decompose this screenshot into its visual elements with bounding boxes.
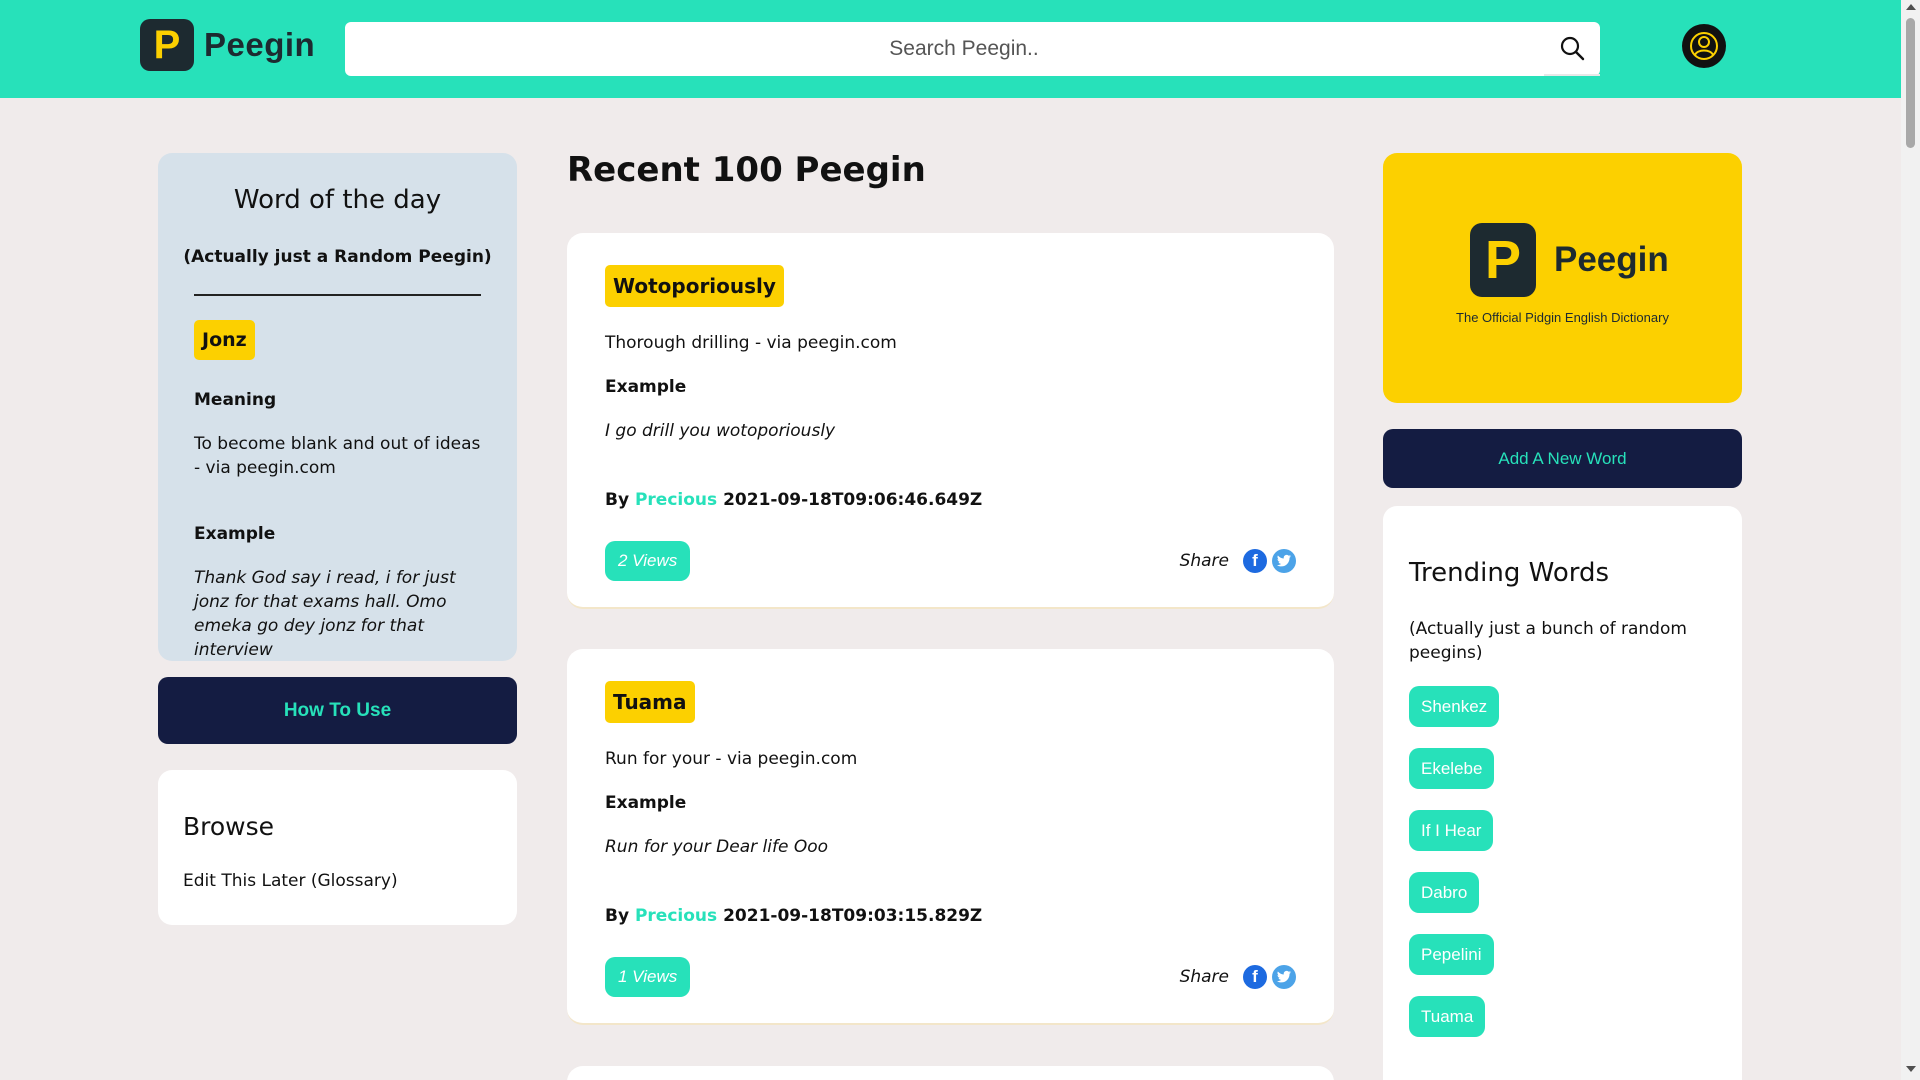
add-new-word-button[interactable]: Add A New Word: [1383, 429, 1742, 488]
search-icon: [1560, 36, 1585, 61]
word-example: I go drill you wotoporiously: [605, 421, 836, 441]
trending-word-chip[interactable]: Pepelini: [1409, 934, 1494, 975]
author-link[interactable]: Precious: [635, 906, 717, 926]
brand-banner: P Peegin The Official Pidgin English Dic…: [1383, 153, 1742, 403]
word-of-the-day-card: Word of the day (Actually just a Random …: [158, 153, 517, 661]
banner-logo-mark: P: [1470, 223, 1536, 297]
scroll-thumb[interactable]: [1906, 18, 1915, 148]
page-title: Recent 100 Peegin: [567, 150, 926, 190]
banner-tagline: The Official Pidgin English Dictionary: [1456, 310, 1669, 325]
example-label: Example: [605, 793, 687, 813]
divider: [194, 294, 481, 296]
trending-words-card: Trending Words (Actually just a bunch of…: [1383, 506, 1742, 1080]
timestamp: 2021-09-18T09:03:15.829Z: [723, 906, 983, 926]
user-icon: [1690, 32, 1718, 60]
trending-word-chip[interactable]: Ekelebe: [1409, 748, 1495, 789]
search-input[interactable]: [345, 22, 1583, 76]
wotd-subtitle: (Actually just a Random Peegin): [183, 247, 492, 267]
word-example: Run for your Dear life Ooo: [605, 837, 829, 857]
share-group: Share f: [1180, 541, 1296, 581]
timestamp: 2021-09-18T09:06:46.649Z: [723, 490, 983, 510]
wotd-meaning: To become blank and out of ideas - via p…: [194, 434, 481, 478]
trending-subtitle: (Actually just a bunch of random peegins…: [1409, 619, 1687, 663]
twitter-share-icon[interactable]: [1272, 965, 1296, 989]
share-label: Share: [1179, 551, 1229, 571]
author-link[interactable]: Precious: [635, 490, 717, 510]
brand-name: Peegin: [204, 26, 316, 63]
share-label: Share: [1179, 967, 1229, 987]
word-card-partial: [567, 1066, 1334, 1080]
wotd-meaning-label: Meaning: [194, 390, 277, 410]
views-badge[interactable]: 1 Views: [605, 957, 691, 997]
word-meaning: Thorough drilling - via peegin.com: [605, 333, 897, 353]
trending-word-chip[interactable]: Shenkez: [1409, 686, 1500, 727]
trending-list: Shenkez Ekelebe If I Hear Dabro Pepelini…: [1409, 686, 1500, 1058]
byline: By Precious 2021-09-18T09:06:46.649Z: [605, 490, 982, 510]
wotd-word[interactable]: Jonz: [194, 320, 255, 360]
share-group: Share f: [1180, 957, 1296, 997]
page-scrollbar[interactable]: [1901, 0, 1920, 1080]
wotd-example-label: Example: [194, 524, 276, 544]
scroll-down-arrow-icon[interactable]: [1906, 1066, 1916, 1072]
twitter-share-icon[interactable]: [1272, 549, 1296, 573]
facebook-share-icon[interactable]: f: [1243, 549, 1267, 573]
trending-word-chip[interactable]: Tuama: [1409, 996, 1486, 1037]
trending-word-chip[interactable]: Dabro: [1409, 872, 1480, 913]
facebook-share-icon[interactable]: f: [1243, 965, 1267, 989]
wotd-title: Word of the day: [233, 185, 442, 215]
wotd-example: Thank God say i read, i for just jonz fo…: [194, 568, 456, 660]
banner-brand-name: Peegin: [1554, 240, 1669, 279]
browse-title: Browse: [183, 812, 275, 841]
word-meaning: Run for your - via peegin.com: [605, 749, 858, 769]
trending-word-chip[interactable]: If I Hear: [1409, 810, 1494, 851]
trending-title: Trending Words: [1409, 558, 1610, 588]
word-card: Tuama Run for your - via peegin.com Exam…: [567, 649, 1334, 1025]
views-badge[interactable]: 2 Views: [605, 541, 691, 581]
browse-card: Browse Edit This Later (Glossary): [158, 770, 517, 925]
word-title-link[interactable]: Wotoporiously: [605, 265, 784, 307]
search-bar: [345, 22, 1600, 76]
logo-mark: P: [140, 19, 194, 71]
by-label: By: [605, 906, 630, 926]
byline: By Precious 2021-09-18T09:03:15.829Z: [605, 906, 982, 926]
brand-logo[interactable]: P Peegin: [140, 19, 315, 71]
glossary-link[interactable]: Edit This Later (Glossary): [183, 871, 398, 891]
banner-logo: P Peegin: [1470, 223, 1669, 297]
by-label: By: [605, 490, 630, 510]
search-button[interactable]: [1544, 22, 1600, 76]
example-label: Example: [605, 377, 687, 397]
top-navbar: P Peegin: [0, 0, 1901, 98]
user-avatar-button[interactable]: [1682, 24, 1726, 68]
how-to-use-button[interactable]: How To Use: [158, 677, 517, 744]
word-title-link[interactable]: Tuama: [605, 681, 695, 723]
word-card: Wotoporiously Thorough drilling - via pe…: [567, 233, 1334, 609]
scroll-up-arrow-icon[interactable]: [1906, 4, 1916, 10]
